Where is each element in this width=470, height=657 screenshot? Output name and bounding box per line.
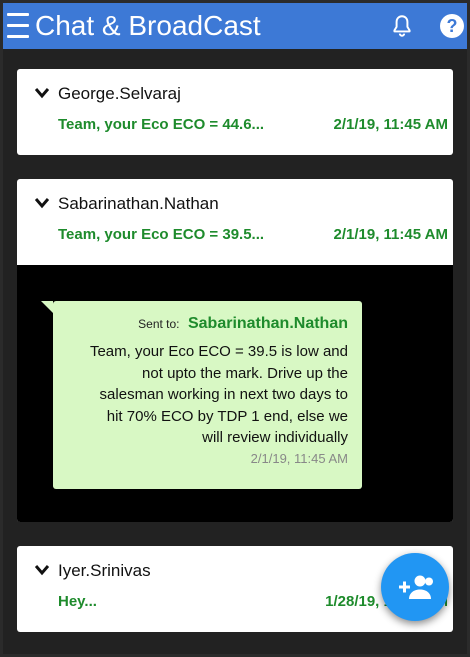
recipient-name: Sabarinathan.Nathan	[187, 315, 348, 332]
chevron-down-icon[interactable]	[35, 87, 49, 99]
sent-to-label: Sent to:	[138, 317, 180, 331]
message-line: will review individually	[202, 429, 348, 446]
bubble-timestamp: 2/1/19, 11:45 AM	[250, 451, 348, 466]
sender-name: George.Selvaraj	[58, 84, 181, 103]
menu-icon[interactable]	[7, 13, 29, 39]
conversation-header[interactable]: George.Selvaraj Team, your Eco ECO = 44.…	[17, 69, 453, 155]
app-title: Chat & BroadCast	[35, 10, 261, 41]
message-time: 2/1/19, 11:45 AM	[333, 116, 448, 133]
add-group-icon	[399, 575, 433, 599]
message-preview: Hey...	[58, 593, 97, 610]
chevron-down-icon[interactable]	[35, 564, 49, 576]
message-bubble: Sent to: Sabarinathan.Nathan Team, your …	[41, 301, 362, 489]
message-line: Team, your Eco ECO = 39.5 is low and	[89, 343, 348, 360]
add-group-button[interactable]	[381, 553, 449, 621]
conversation-card-george[interactable]: George.Selvaraj Team, your Eco ECO = 44.…	[17, 69, 453, 155]
message-preview: Team, your Eco ECO = 39.5...	[58, 226, 265, 243]
help-icon[interactable]: ?	[440, 14, 464, 38]
message-thread: Sent to: Sabarinathan.Nathan Team, your …	[17, 265, 453, 522]
message-line: hit 70% ECO by TDP 1 end, else we	[106, 407, 348, 425]
message-body: Team, your Eco ECO = 39.5 is low and not…	[73, 341, 348, 449]
sent-to-line: Sent to: Sabarinathan.Nathan	[138, 315, 348, 333]
app-bar: Chat & BroadCast ?	[3, 3, 467, 49]
message-preview: Team, your Eco ECO = 44.6...	[58, 116, 265, 133]
sender-name: Iyer.Srinivas	[58, 561, 151, 580]
app-frame: Chat & BroadCast ? George.Selvaraj Team,…	[3, 3, 467, 654]
bubble-tail	[41, 301, 53, 313]
conversation-header[interactable]: Sabarinathan.Nathan Team, your Eco ECO =…	[17, 179, 453, 265]
message-line: not upto the mark. Drive up the	[142, 364, 348, 382]
sender-name: Sabarinathan.Nathan	[58, 194, 219, 213]
message-time: 2/1/19, 11:45 AM	[333, 226, 448, 243]
bell-icon[interactable]	[389, 13, 415, 39]
message-line: salesman working in next two days to	[99, 386, 348, 403]
conversation-card-sabarinathan[interactable]: Sabarinathan.Nathan Team, your Eco ECO =…	[17, 179, 453, 522]
chevron-down-icon[interactable]	[35, 197, 49, 209]
